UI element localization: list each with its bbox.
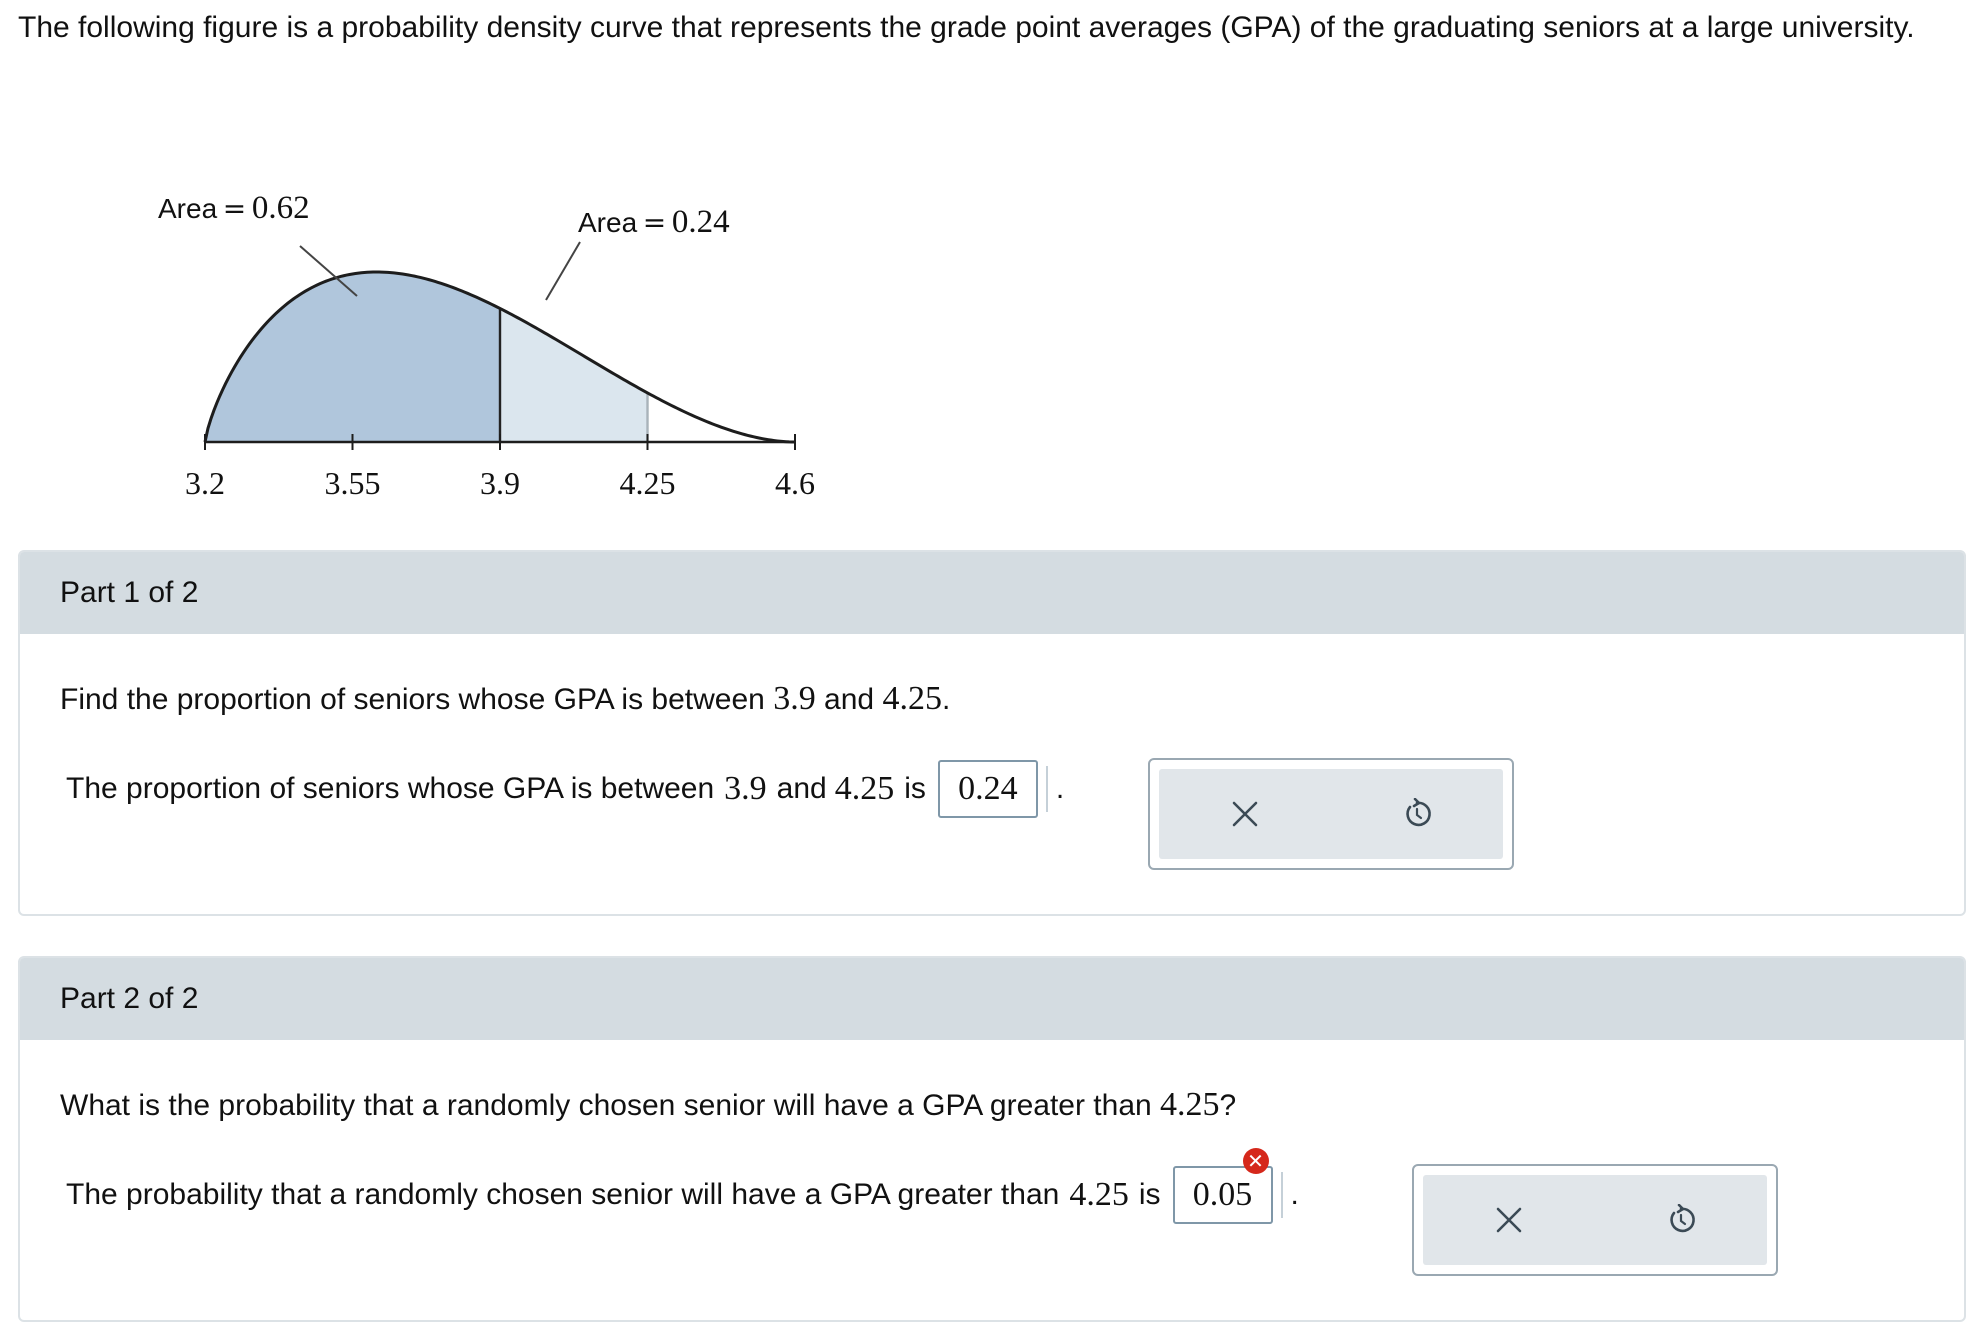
area-label-region-2-prefix: Area bbox=[578, 207, 638, 238]
part-1-retry-button[interactable] bbox=[1387, 784, 1447, 844]
part-1-question: Find the proportion of seniors whose GPA… bbox=[60, 680, 950, 718]
x-tick-label-1: 3.2 bbox=[185, 465, 225, 501]
x-tick-label-2: 3.55 bbox=[325, 465, 381, 501]
part-2-answer-is: is bbox=[1138, 1178, 1161, 1211]
close-icon bbox=[1232, 801, 1258, 827]
part-1-action-panel bbox=[1148, 758, 1514, 870]
part-2-header: Part 2 of 2 bbox=[20, 958, 1964, 1040]
part-1-answer-mid: and bbox=[776, 772, 827, 805]
problem-intro: The following figure is a probability de… bbox=[18, 11, 1915, 44]
part-1-answer-line: The proportion of seniors whose GPA is b… bbox=[66, 760, 1064, 818]
part-2-question-suffix: ? bbox=[1219, 1089, 1237, 1122]
part-1-question-mid: and bbox=[824, 683, 875, 716]
part-2-retry-button[interactable] bbox=[1651, 1190, 1711, 1250]
area-label-region-2-value: 0.24 bbox=[672, 204, 730, 240]
axis-layer: 3.2 3.55 3.9 4.25 4.6 bbox=[185, 434, 815, 501]
area-label-region-1-equals: = bbox=[217, 192, 252, 225]
area-label-region-1-prefix: Area bbox=[158, 193, 218, 224]
part-2-action-panel bbox=[1412, 1164, 1778, 1276]
close-icon bbox=[1496, 1207, 1522, 1233]
part-1-card: Part 1 of 2 Find the proportion of senio… bbox=[18, 550, 1966, 916]
part-2-question-num: 4.25 bbox=[1160, 1086, 1220, 1123]
part-1-header: Part 1 of 2 bbox=[20, 552, 1964, 634]
part-1-question-text: Find the proportion of seniors whose GPA… bbox=[60, 683, 765, 716]
part-1-question-suffix: . bbox=[941, 683, 951, 716]
part-2-question: What is the probability that a randomly … bbox=[60, 1086, 1236, 1124]
part-2-answer-line: The probability that a randomly chosen s… bbox=[66, 1148, 1299, 1224]
part-2-answer-text: The probability that a randomly chosen s… bbox=[66, 1178, 1060, 1211]
region-3 bbox=[647, 392, 795, 442]
density-curve-figure: 3.2 3.55 3.9 4.25 4.6 Area = 0.62 Area = 0.24 bbox=[0, 170, 1000, 530]
area-label-region-2: Area = 0.24 bbox=[578, 204, 730, 240]
part-2-clear-button[interactable] bbox=[1479, 1190, 1539, 1250]
density-curve-chart: 3.2 3.55 3.9 4.25 4.6 Area = 0.62 Area = 0.24 bbox=[158, 190, 815, 501]
region-2 bbox=[500, 308, 648, 442]
undo-icon bbox=[1670, 1204, 1695, 1233]
part-1-answer-num-a: 3.9 bbox=[724, 770, 767, 807]
part-2-answer-num: 4.25 bbox=[1069, 1176, 1129, 1213]
part-1-question-num-a: 3.9 bbox=[773, 680, 816, 717]
part-2-card: Part 2 of 2 What is the probability that… bbox=[18, 956, 1966, 1322]
leader-line-region-2 bbox=[545, 241, 581, 301]
part-1-answer-input[interactable]: 0.24 bbox=[937, 760, 1048, 818]
part-2-period: . bbox=[1290, 1178, 1299, 1211]
part-1-answer-is: is bbox=[904, 772, 926, 805]
part-1-answer-text: The proportion of seniors whose GPA is b… bbox=[66, 772, 715, 805]
part-1-clear-button[interactable] bbox=[1215, 784, 1275, 844]
error-badge-icon: ✕ bbox=[1242, 1148, 1269, 1174]
part-1-question-num-b: 4.25 bbox=[882, 680, 942, 717]
x-tick-label-3: 3.9 bbox=[480, 465, 520, 501]
part-2-question-text: What is the probability that a randomly … bbox=[60, 1089, 1152, 1122]
part-1-period: . bbox=[1055, 772, 1065, 805]
area-label-region-1: Area = 0.62 bbox=[158, 190, 310, 226]
undo-icon bbox=[1406, 798, 1431, 827]
area-label-region-1-value: 0.62 bbox=[252, 190, 310, 226]
part-1-answer-num-b: 4.25 bbox=[834, 770, 895, 807]
x-tick-label-5: 4.6 bbox=[775, 465, 815, 501]
region-1 bbox=[205, 272, 500, 442]
part-2-answer-value: 0.05 bbox=[1192, 1176, 1253, 1213]
area-label-region-2-equals: = bbox=[637, 206, 672, 239]
x-tick-label-4: 4.25 bbox=[620, 465, 676, 501]
part-2-answer-input[interactable]: 0.05 ✕ bbox=[1172, 1148, 1283, 1224]
